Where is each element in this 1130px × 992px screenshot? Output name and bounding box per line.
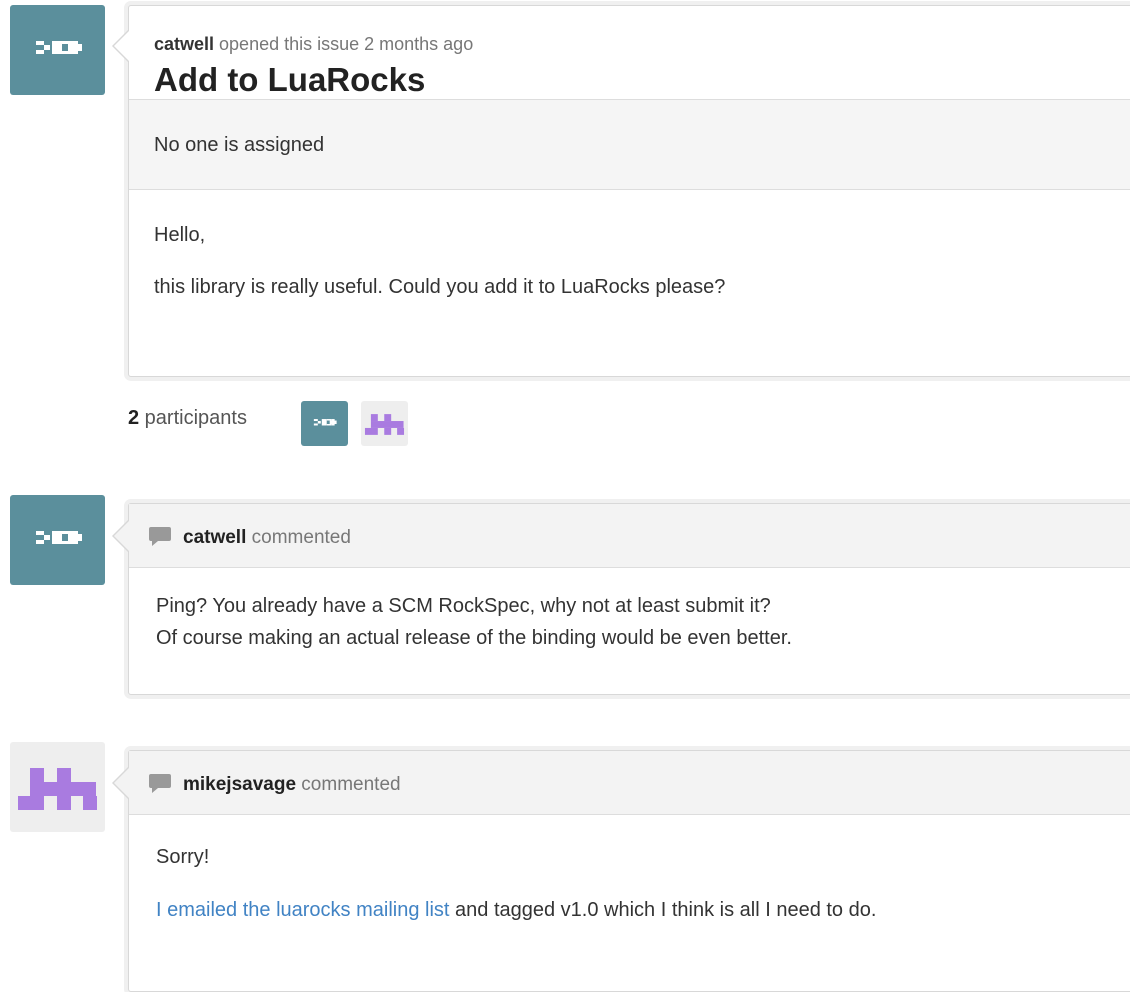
- issue-title: Add to LuaRocks: [154, 61, 426, 98]
- comment-line: Sorry!: [156, 846, 210, 868]
- participants-count: 2: [128, 407, 140, 429]
- issue-header: catwell opened this issue 2 months ago A…: [129, 6, 1130, 100]
- participants-label: participants: [139, 407, 247, 429]
- comment-action: commented: [246, 527, 351, 548]
- catwell-comment-avatar[interactable]: [10, 495, 105, 585]
- comment-bubble-icon: [149, 527, 171, 553]
- comment-card: catwell commented Ping? You already have…: [112, 503, 1130, 695]
- mailing-list-link[interactable]: I emailed the luarocks mailing list: [156, 899, 449, 921]
- issue-body-line: this library is really useful. Could you…: [154, 276, 726, 298]
- participants-summary: 2 participants: [128, 407, 247, 430]
- catwell-avatar-icon: [36, 41, 82, 54]
- mikejsavage-avatar-icon: [364, 414, 405, 435]
- issue-meta: catwell opened this issue 2 months ago: [154, 34, 1116, 55]
- issue-meta-text: opened this issue 2 months ago: [214, 34, 474, 54]
- comment-author-link[interactable]: mikejsavage: [183, 774, 296, 795]
- comment-action: commented: [296, 774, 401, 795]
- participant-avatar-mikejsavage[interactable]: [361, 401, 408, 446]
- issue-author-link[interactable]: catwell: [154, 34, 214, 54]
- comment-body: Sorry! I emailed the luarocks mailing li…: [129, 815, 1130, 926]
- issue-body: Hello, this library is really useful. Co…: [129, 190, 1130, 299]
- mikejsavage-avatar-icon: [18, 768, 97, 810]
- catwell-avatar-icon: [36, 531, 82, 544]
- catwell-avatar-icon: [313, 419, 337, 426]
- assignee-status: No one is assigned: [129, 100, 1130, 190]
- catwell-avatar[interactable]: [10, 5, 105, 95]
- comment-body: Ping? You already have a SCM RockSpec, w…: [129, 568, 1130, 654]
- comment-author-link[interactable]: catwell: [183, 527, 246, 548]
- comment-header: mikejsavage commented: [129, 751, 1130, 815]
- issue-body-line: Hello,: [154, 224, 206, 246]
- comment-line-rest: and tagged v1.0 which I think is all I n…: [449, 899, 877, 921]
- comment-line: Ping? You already have a SCM RockSpec, w…: [156, 595, 771, 617]
- comment-line: Of course making an actual release of th…: [156, 627, 792, 649]
- comment-line: I emailed the luarocks mailing list and …: [156, 894, 1114, 926]
- participant-avatar-catwell[interactable]: [301, 401, 348, 446]
- comment-card: mikejsavage commented Sorry! I emailed t…: [112, 750, 1130, 992]
- comment-header: catwell commented: [129, 504, 1130, 568]
- mikejsavage-comment-avatar[interactable]: [10, 742, 105, 832]
- comment-bubble-icon: [149, 774, 171, 800]
- issue-card: catwell opened this issue 2 months ago A…: [112, 5, 1130, 377]
